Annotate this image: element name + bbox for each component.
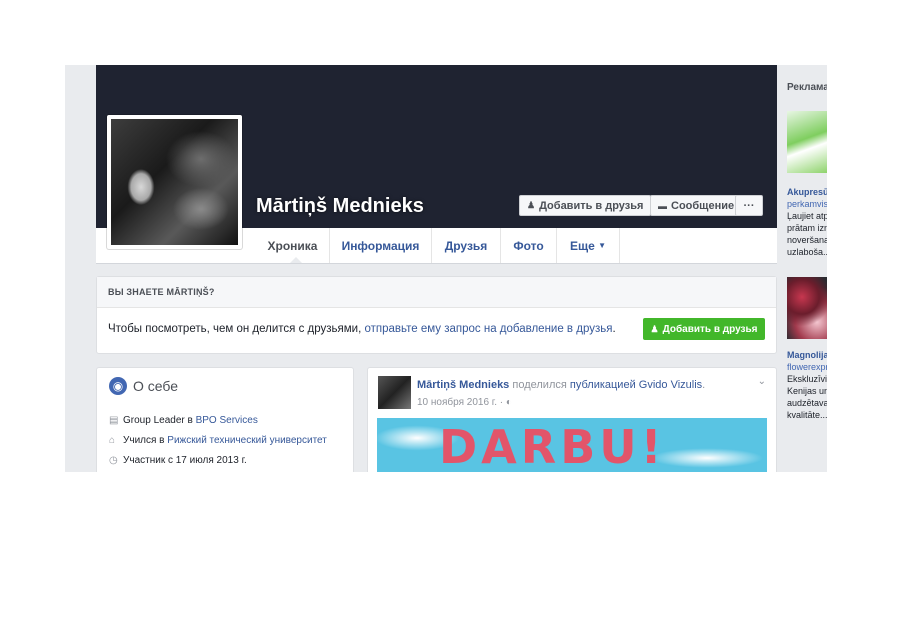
- ad-1-text-line: prātam izn: [787, 223, 827, 233]
- know-card: ВЫ ЗНАЕТЕ MĀRTIŅŠ? Чтобы посмотреть, чем…: [96, 276, 777, 354]
- about-education-link[interactable]: Рижский технический университет: [167, 435, 327, 446]
- more-options-label: ···: [743, 199, 755, 212]
- tab-friends-label: Друзья: [444, 238, 488, 253]
- post-header-dot: .: [702, 379, 706, 391]
- tab-photos[interactable]: Фото: [501, 228, 557, 263]
- profile-name[interactable]: Mārtiņš Mednieks: [256, 195, 424, 218]
- about-work-prefix: Group Leader в: [123, 415, 193, 426]
- globe-icon: ◉: [109, 377, 127, 395]
- profile-picture[interactable]: [107, 115, 242, 249]
- chevron-down-icon: ▼: [598, 241, 607, 250]
- post-image-text: DARBU!: [439, 420, 666, 472]
- add-friend-icon: ♟: [527, 200, 536, 210]
- about-row-education: ⌂ Учился в Рижский технический университе…: [109, 435, 327, 446]
- ad-2-text-line: audzētava: [787, 398, 827, 408]
- briefcase-icon: ▤: [109, 415, 119, 426]
- ad-2-text-line: kvalitāte...: [787, 410, 827, 420]
- post-options-chevron-icon[interactable]: ⌄: [758, 376, 766, 387]
- about-title: О себе: [133, 378, 179, 394]
- ad-1-title[interactable]: Akupresū: [787, 186, 827, 198]
- message-icon: ▬: [658, 200, 667, 211]
- post-target-link[interactable]: Gvido Vizulis: [639, 379, 702, 391]
- tab-timeline-label: Хроника: [267, 238, 318, 253]
- more-options-button[interactable]: ···: [735, 195, 763, 216]
- tab-more-label: Еще: [569, 238, 595, 253]
- about-work-link[interactable]: BPO Services: [196, 415, 258, 426]
- ad-2-image[interactable]: [787, 277, 827, 339]
- about-row-work: ▤ Group Leader в BPO Services: [109, 415, 258, 426]
- post-shared-image[interactable]: DARBU!: [377, 418, 767, 472]
- about-education-prefix: Учился в: [123, 435, 165, 446]
- add-friend-green-icon: ♟: [650, 323, 659, 334]
- tab-about-label: Информация: [341, 238, 420, 253]
- tab-photos-label: Фото: [513, 238, 544, 253]
- add-friend-button[interactable]: ♟ Добавить в друзья: [519, 195, 652, 216]
- about-member-since: Участник с 17 июля 2013 г.: [123, 455, 247, 466]
- add-friend-label: Добавить в друзья: [539, 199, 644, 212]
- post-meta: 10 ноября 2016 г. · ◐: [417, 397, 512, 408]
- ads-heading: Реклама: [787, 82, 827, 93]
- know-text-before: Чтобы посмотреть, чем он делится с друзь…: [108, 323, 362, 335]
- know-text-after: .: [612, 323, 616, 335]
- post-header: Mārtiņš Mednieks поделился публикацией G…: [417, 379, 705, 391]
- tab-about[interactable]: Информация: [330, 228, 432, 263]
- add-friend-green-label: Добавить в друзья: [662, 323, 758, 335]
- profile-photo-image: [111, 119, 238, 245]
- post-author-link[interactable]: Mārtiņš Mednieks: [417, 379, 509, 391]
- about-row-member-since: ◷ Участник с 17 июля 2013 г.: [109, 455, 247, 466]
- ad-2-title[interactable]: Magnolija: [787, 349, 827, 361]
- know-card-heading: ВЫ ЗНАЕТЕ MĀRTIŅŠ?: [97, 277, 776, 308]
- active-tab-indicator: [290, 257, 302, 263]
- ad-2-domain[interactable]: flowerexpr: [787, 361, 827, 373]
- tab-friends[interactable]: Друзья: [432, 228, 501, 263]
- friend-request-link[interactable]: отправьте ему запрос на добавление в дру…: [364, 323, 612, 335]
- post-publication-link[interactable]: публикацией: [570, 379, 636, 391]
- post-card: Mārtiņš Mednieks поделился публикацией G…: [367, 367, 777, 472]
- clock-icon: ◷: [109, 455, 118, 466]
- ad-1-text-line: uzlaboša...: [787, 247, 827, 257]
- know-card-text: Чтобы посмотреть, чем он делится с друзь…: [108, 323, 616, 335]
- ad-2-text-line: Ekskluzīvi: [787, 374, 827, 384]
- tab-more[interactable]: Еще ▼: [557, 228, 620, 263]
- message-button[interactable]: ▬ Сообщение: [650, 195, 743, 216]
- post-author-avatar[interactable]: [378, 376, 411, 409]
- post-date[interactable]: 10 ноября 2016 г.: [417, 397, 497, 408]
- ad-1-image[interactable]: [787, 111, 827, 173]
- ad-1-text-line: Ļaujiet atp: [787, 211, 827, 221]
- globe-privacy-icon: ◐: [505, 397, 512, 408]
- post-action: поделился: [512, 379, 567, 391]
- post-meta-separator: ·: [499, 397, 504, 408]
- ad-1-text-line: noveršana: [787, 235, 827, 245]
- graduation-cap-icon: ⌂: [109, 435, 116, 446]
- message-label: Сообщение: [671, 199, 735, 212]
- ad-2-text-line: Kenijas un: [787, 386, 827, 396]
- ad-1-domain[interactable]: perkamvis: [787, 198, 827, 210]
- add-friend-green-button[interactable]: ♟ Добавить в друзья: [643, 318, 765, 340]
- about-card: ◉ О себе ▤ Group Leader в BPO Services ⌂ У…: [96, 367, 354, 472]
- screenshot-frame: Mārtiņš Mednieks ♟ Добавить в друзья ▬ Соо…: [65, 65, 827, 472]
